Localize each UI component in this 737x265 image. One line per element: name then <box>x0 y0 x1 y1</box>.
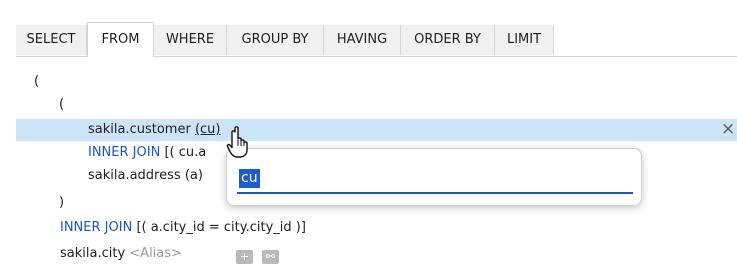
tab-group-by[interactable]: GROUP BY <box>227 25 324 55</box>
tab-order-by[interactable]: ORDER BY <box>401 25 495 55</box>
alias-input-selected-text[interactable]: cu <box>239 169 260 188</box>
row-customer[interactable]: sakila.customer (cu) <box>88 119 220 141</box>
table-alias[interactable]: (a) <box>185 168 203 183</box>
open-paren-inner: ( <box>59 97 65 112</box>
join-condition[interactable]: [( cu.a <box>164 145 206 160</box>
table-name: sakila.city <box>60 246 126 261</box>
tab-from[interactable]: FROM <box>87 22 154 57</box>
join-keyword[interactable]: INNER JOIN <box>60 220 132 235</box>
alias-placeholder[interactable]: <Alias> <box>129 246 182 261</box>
tab-select[interactable]: SELECT <box>16 25 87 55</box>
alias-input[interactable]: cu <box>237 166 633 194</box>
row-join-city[interactable]: INNER JOIN [( a.city_id = city.city_id )… <box>60 217 306 239</box>
row-address[interactable]: sakila.address (a) <box>88 165 203 187</box>
row-join[interactable]: INNER JOIN [( cu.a <box>88 142 206 164</box>
tab-having[interactable]: HAVING <box>324 25 401 55</box>
table-alias-link[interactable]: (cu) <box>195 122 221 137</box>
tab-where[interactable]: WHERE <box>154 25 227 55</box>
join-keyword[interactable]: INNER JOIN <box>88 145 160 160</box>
join-condition[interactable]: [( a.city_id = city.city_id )] <box>136 220 305 235</box>
table-name: sakila.customer <box>88 122 191 137</box>
open-paren-outer: ( <box>34 74 40 89</box>
table-name: sakila.address <box>88 168 181 183</box>
clause-tabbar: SELECT FROM WHERE GROUP BY HAVING ORDER … <box>16 22 737 57</box>
close-paren-inner: ) <box>59 195 65 210</box>
alias-edit-popup: cu <box>226 148 642 206</box>
tab-limit[interactable]: LIMIT <box>495 25 554 55</box>
close-icon[interactable]: × <box>721 121 735 138</box>
hand-pointer-cursor-icon <box>226 126 248 158</box>
